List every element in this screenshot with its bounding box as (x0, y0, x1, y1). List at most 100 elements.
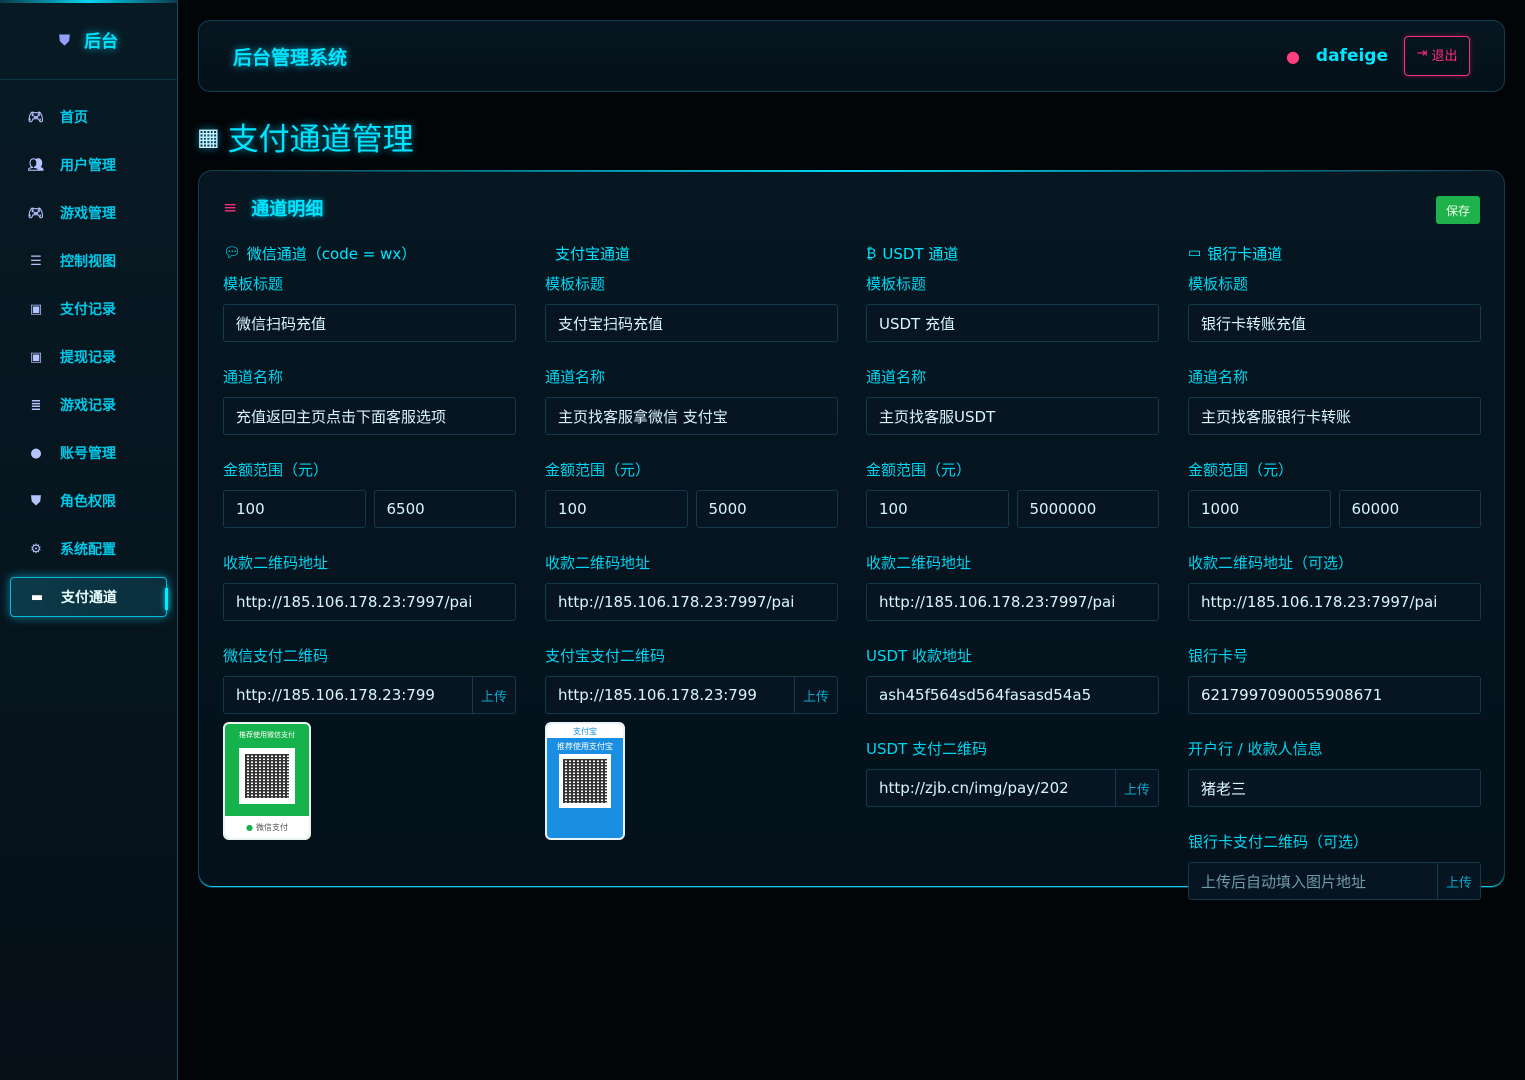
channel-title-text: 支付宝通道 (555, 244, 631, 263)
channel-title-text: USDT 通道 (882, 244, 959, 263)
wechat-max-amount-input[interactable]: 6500 (373, 490, 516, 528)
alipay-channel-column: 支付宝通道 模板标题 支付宝扫码充值 通道名称 主页找客服拿微信 支付宝 金额范… (545, 241, 838, 840)
card-title: 通道明细 (251, 199, 324, 220)
shield-icon: ⛊ (58, 30, 71, 49)
usdt-qr-url-input[interactable]: http://185.106.178.23:7997/pai (866, 583, 1159, 621)
bank-min-amount-input[interactable]: 1000 (1188, 490, 1331, 528)
bank-upload-button[interactable]: 上传 (1437, 862, 1481, 900)
bank-qr-url-input[interactable]: http://185.106.178.23:7997/pai (1188, 583, 1481, 621)
sidebar-item-roles[interactable]: ⛊ 角色权限 (10, 481, 167, 521)
usdt-address-label: USDT 收款地址 (866, 647, 972, 665)
bank-holder-input[interactable]: 猪老三 (1188, 769, 1481, 807)
sidebar-item-home[interactable]: 🎮︎ 首页 (10, 97, 167, 137)
sidebar-item-accounts[interactable]: ● 账号管理 (10, 433, 167, 473)
alipay-max-amount-input[interactable]: 5000 (695, 490, 838, 528)
usdt-upload-button[interactable]: 上传 (1115, 769, 1159, 807)
alipay-qr-url-input[interactable]: http://185.106.178.23:7997/pai (545, 583, 838, 621)
sidebar-item-withdraw-records[interactable]: ▣ 提现记录 (10, 337, 167, 377)
sidebar-item-payment-channels[interactable]: ▬ 支付通道 (10, 577, 168, 617)
logout-icon: ⇥ (1416, 45, 1428, 60)
sidebar-item-label: 用户管理 (60, 158, 116, 174)
qr-image-caption: 推荐使用支付宝 (557, 742, 613, 751)
gear-icon: ⚙ (30, 541, 42, 557)
sidebar-item-label: 首页 (60, 110, 88, 126)
qr-footer-text: 微信支付 (255, 822, 288, 832)
channel-title-text: 微信通道（code = wx） (246, 244, 417, 263)
bank-template-input[interactable]: 银行卡转账充值 (1188, 304, 1481, 342)
qr-url-label: 收款二维码地址 (545, 554, 651, 572)
wechat-amount-range: 100 6500 (223, 490, 516, 528)
wechat-template-input[interactable]: 微信扫码充值 (223, 304, 516, 342)
usdt-template-input[interactable]: USDT 充值 (866, 304, 1159, 342)
money-icon: ▣ (29, 301, 43, 317)
template-label: 模板标题 (866, 275, 927, 293)
system-title: 后台管理系统 (233, 46, 348, 69)
pay-qr-label: 银行卡支付二维码（可选） (1188, 833, 1369, 851)
qr-image-footer: ● 微信支付 (225, 816, 309, 838)
alipay-upload-button[interactable]: 上传 (794, 676, 838, 714)
save-button[interactable]: 保存 (1436, 196, 1480, 224)
sidebar-item-label: 游戏管理 (60, 206, 116, 222)
usdt-channel-title: ₿ USDT 通道 (866, 241, 1159, 265)
bank-card-input[interactable]: 6217997090055908671 (1188, 676, 1481, 714)
qr-url-label: 收款二维码地址 (223, 554, 329, 572)
pay-qr-label: 微信支付二维码 (223, 647, 329, 665)
bitcoin-icon: ₿ (866, 245, 877, 262)
pay-qr-label: 支付宝支付二维码 (545, 647, 666, 665)
sidebar-item-payment-records[interactable]: ▣ 支付记录 (10, 289, 167, 329)
top-header: 后台管理系统 ● dafeige ⇥ 退出 (198, 20, 1505, 92)
wechat-qr-url-input[interactable]: http://185.106.178.23:7997/pai (223, 583, 516, 621)
sidebar: ⛊ 后台 🎮︎ 首页 👥︎ 用户管理 🎮︎ 游戏管理 ☰ 控制视图 ▣ 支付记录 ▣ 提现记… (0, 0, 178, 1080)
qr-image-caption: 推荐使用微信支付 (239, 731, 295, 739)
bank-name-input[interactable]: 主页找客服银行卡转账 (1188, 397, 1481, 435)
bank-pay-qr-input[interactable]: 上传后自动填入图片地址 (1188, 862, 1437, 900)
page-title-text: 支付通道管理 (227, 122, 414, 158)
username: dafeige (1315, 46, 1388, 66)
sidebar-item-games[interactable]: 🎮︎ 游戏管理 (10, 193, 167, 233)
usdt-name-input[interactable]: 主页找客服USDT (866, 397, 1159, 435)
bank-channel-title: ▭ 银行卡通道 (1188, 241, 1481, 265)
template-label: 模板标题 (545, 275, 606, 293)
logout-button[interactable]: ⇥ 退出 (1404, 36, 1470, 76)
usdt-pay-qr-row: http://zjb.cn/img/pay/202 上传 (866, 769, 1159, 807)
sidebar-item-game-records[interactable]: ≣ 游戏记录 (10, 385, 167, 425)
bank-channel-column: ▭ 银行卡通道 模板标题 银行卡转账充值 通道名称 主页找客服银行卡转账 金额范… (1188, 241, 1481, 900)
usdt-pay-qr-input[interactable]: http://zjb.cn/img/pay/202 (866, 769, 1115, 807)
alipay-qr-image: 支付宝 推荐使用支付宝 (545, 722, 625, 840)
qr-code (559, 754, 611, 808)
wechat-pay-qr-input[interactable]: http://185.106.178.23:799 (223, 676, 472, 714)
alipay-name-input[interactable]: 主页找客服拿微信 支付宝 (545, 397, 838, 435)
bank-max-amount-input[interactable]: 60000 (1338, 490, 1481, 528)
sidebar-top-line (0, 0, 178, 3)
brand-title: 后台 (84, 32, 119, 52)
channel-detail-card: ≡ 通道明细 保存 💬︎ 微信通道（code = wx） 模板标题 微信扫码充值… (198, 170, 1505, 900)
sidebar-item-label: 支付记录 (60, 302, 116, 318)
alipay-min-amount-input[interactable]: 100 (545, 490, 688, 528)
wechat-icon: 💬︎ (223, 245, 241, 261)
channel-name-label: 通道名称 (1188, 368, 1249, 386)
usdt-max-amount-input[interactable]: 5000000 (1016, 490, 1159, 528)
sidebar-item-system-config[interactable]: ⚙ 系统配置 (10, 529, 167, 569)
wechat-pay-icon: ● (246, 822, 253, 832)
qr-url-label: 收款二维码地址 (866, 554, 972, 572)
alipay-pay-qr-input[interactable]: http://185.106.178.23:799 (545, 676, 794, 714)
qr-image-footer (547, 808, 623, 822)
sidebar-item-users[interactable]: 👥︎ 用户管理 (10, 145, 167, 185)
sidebar-item-control-view[interactable]: ☰ 控制视图 (10, 241, 167, 281)
alipay-amount-range: 100 5000 (545, 490, 838, 528)
wechat-name-input[interactable]: 充值返回主页点击下面客服选项 (223, 397, 516, 435)
wechat-upload-button[interactable]: 上传 (472, 676, 516, 714)
usdt-address-input[interactable]: ash45f564sd564fasasd54a5 (866, 676, 1159, 714)
alipay-template-input[interactable]: 支付宝扫码充值 (545, 304, 838, 342)
wechat-min-amount-input[interactable]: 100 (223, 490, 366, 528)
bank-holder-label: 开户行 / 收款人信息 (1188, 740, 1323, 758)
header-user-area: ● dafeige ⇥ 退出 (1286, 36, 1470, 76)
alipay-channel-title: 支付宝通道 (545, 241, 838, 265)
qrcode-icon: ▦ (197, 122, 220, 151)
sidebar-item-label: 游戏记录 (60, 398, 116, 414)
usdt-min-amount-input[interactable]: 100 (866, 490, 1009, 528)
sidebar-item-label: 提现记录 (60, 350, 116, 366)
channel-title-text: 银行卡通道 (1207, 244, 1283, 263)
qr-image-header: 支付宝 (547, 724, 623, 738)
credit-card-icon: ▭ (1188, 245, 1202, 261)
